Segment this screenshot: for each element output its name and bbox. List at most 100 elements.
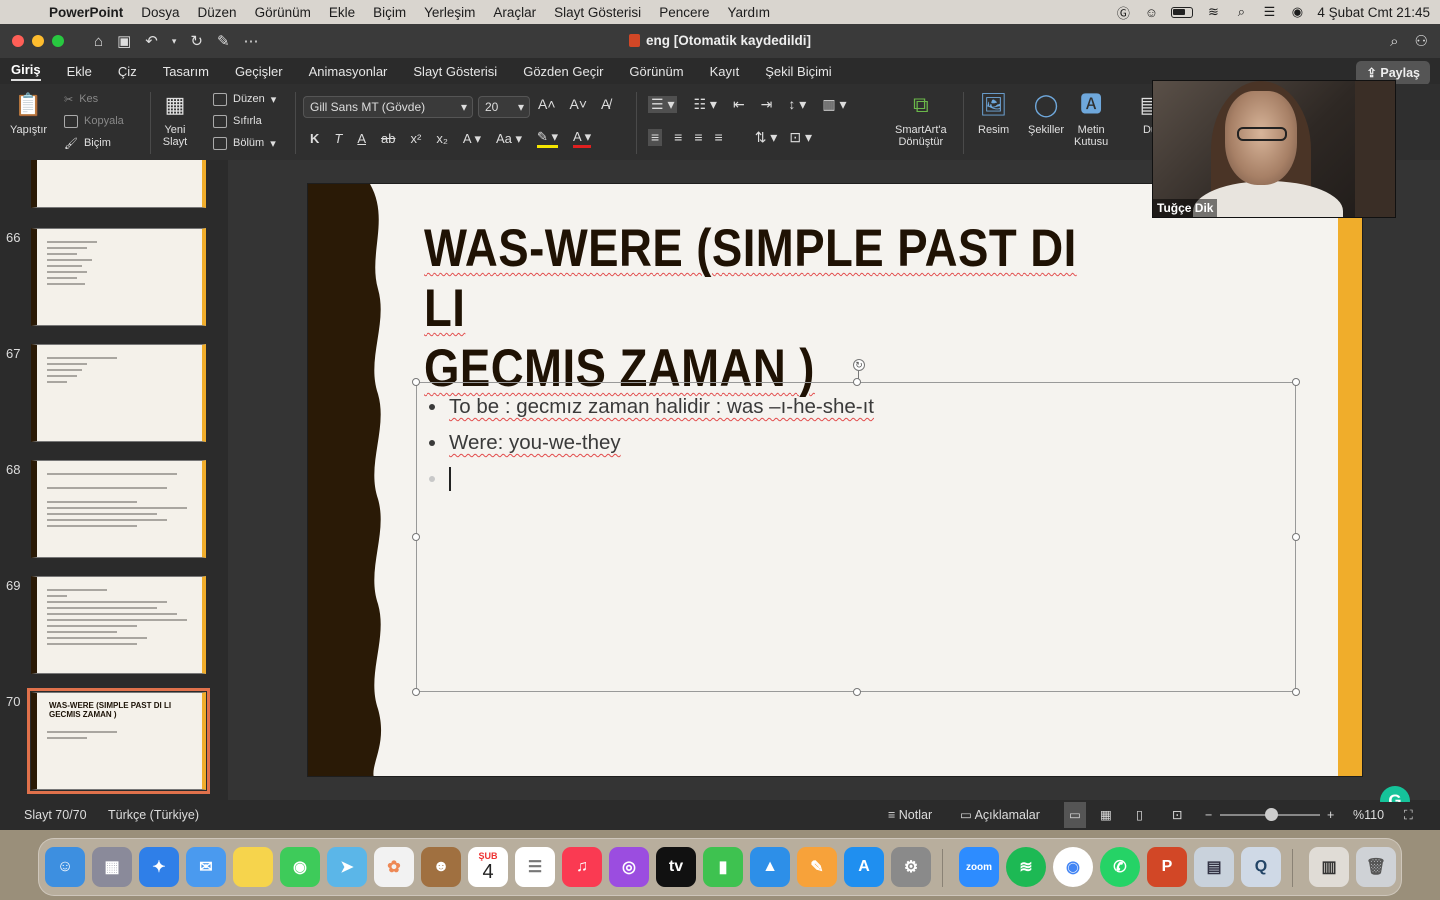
whatsapp-icon[interactable]: ✆ xyxy=(1100,847,1140,887)
save-icon[interactable]: ▣ xyxy=(117,32,131,50)
resize-handle[interactable] xyxy=(412,533,420,541)
menu-window[interactable]: Pencere xyxy=(650,5,718,20)
contacts-icon[interactable]: ☻ xyxy=(421,847,461,887)
resize-handle[interactable] xyxy=(1292,688,1300,696)
zoom-slider-knob[interactable] xyxy=(1265,808,1278,821)
align-text-button[interactable]: ⊡ ▾ xyxy=(789,129,812,146)
trash-icon[interactable]: 🗑 xyxy=(1356,847,1396,887)
menu-slideshow[interactable]: Slayt Gösterisi xyxy=(545,5,650,20)
font-color-button[interactable]: A ▾ xyxy=(573,129,592,148)
downloads-stack-icon[interactable]: ▥ xyxy=(1309,847,1349,887)
webcam-overlay[interactable]: Tuğçe Dik xyxy=(1152,80,1396,218)
reading-view-button[interactable]: ▯ xyxy=(1136,802,1143,828)
zoom-level[interactable]: %110 xyxy=(1353,802,1384,828)
zoom-app-icon[interactable]: zoom xyxy=(959,847,999,887)
calendar-icon[interactable]: ŞUB 4 xyxy=(468,847,508,887)
superscript-button[interactable]: x² xyxy=(410,131,421,146)
pages-icon[interactable]: ✎ xyxy=(797,847,837,887)
slide-title[interactable]: WAS-WERE (SIMPLE PAST DI LI GECMIS ZAMAN… xyxy=(424,219,1078,399)
spotlight-search-icon[interactable]: ⌕ xyxy=(1233,4,1249,19)
notes-button[interactable]: ≡ Notlar xyxy=(888,802,932,828)
resize-handle[interactable] xyxy=(1292,533,1300,541)
tab-view[interactable]: Görünüm xyxy=(629,64,683,79)
redo-icon[interactable]: ↻ xyxy=(190,32,203,50)
maps-icon[interactable]: ➤ xyxy=(327,847,367,887)
app-store-icon[interactable]: A xyxy=(844,847,884,887)
thumbnail-row[interactable]: 67 xyxy=(0,344,228,444)
messages-icon[interactable]: ◉ xyxy=(280,847,320,887)
thumbnail-row-selected[interactable]: 70 WAS-WERE (SIMPLE PAST DI LI GECMIS ZA… xyxy=(0,688,228,794)
window-close-button[interactable] xyxy=(12,35,24,47)
search-icon[interactable]: ⌕ xyxy=(1390,33,1398,50)
bullet-item[interactable]: To be : gecmız zaman halidir : was –ı-he… xyxy=(429,389,874,425)
reminders-icon[interactable]: ☰ xyxy=(515,847,555,887)
undo-dropdown-icon[interactable]: ▾ xyxy=(172,36,177,47)
more-icon[interactable]: ⋯ xyxy=(244,32,259,50)
textbox-button[interactable]: 🅰 Metin Kutusu xyxy=(1074,90,1108,149)
thumbnail-row[interactable]: 69 xyxy=(0,576,228,676)
apple-tv-icon[interactable]: tv xyxy=(656,847,696,887)
italic-button[interactable]: T xyxy=(334,131,342,146)
copy-button[interactable]: Kopyala xyxy=(64,110,124,132)
menu-app[interactable]: PowerPoint xyxy=(40,5,132,20)
powerpoint-app-icon[interactable]: P xyxy=(1147,847,1187,887)
resize-handle[interactable] xyxy=(853,688,861,696)
justify-button[interactable]: ≡ xyxy=(715,129,723,146)
slide-sorter-button[interactable]: ▦ xyxy=(1100,802,1112,828)
fit-to-window-button[interactable]: ⛶ xyxy=(1404,802,1413,828)
notes-app-icon[interactable] xyxy=(233,847,273,887)
tab-home[interactable]: Giriş xyxy=(11,62,41,81)
font-size-select[interactable]: 20 ▾ xyxy=(478,96,530,118)
music-icon[interactable]: ♫ xyxy=(562,847,602,887)
finder-icon[interactable]: ☺ xyxy=(45,847,85,887)
menu-insert[interactable]: Ekle xyxy=(320,5,364,20)
tab-draw[interactable]: Çiz xyxy=(118,64,137,79)
home-icon[interactable]: ⌂ xyxy=(94,33,103,50)
menu-format[interactable]: Biçim xyxy=(364,5,415,20)
normal-view-button[interactable]: ▭ xyxy=(1064,802,1086,828)
undo-icon[interactable]: ↶ xyxy=(145,32,158,50)
menu-edit[interactable]: Düzen xyxy=(189,5,246,20)
tab-slideshow[interactable]: Slayt Gösterisi xyxy=(413,64,497,79)
format-painter-button[interactable]: 🖌 Biçim xyxy=(64,132,124,154)
system-preferences-icon[interactable]: ⚙ xyxy=(891,847,931,887)
thumbnail-65[interactable] xyxy=(0,160,228,210)
smartart-button[interactable]: ⧉ SmartArt'a Dönüştür xyxy=(895,90,947,149)
window-zoom-button[interactable] xyxy=(52,35,64,47)
safari-icon[interactable]: ✦ xyxy=(139,847,179,887)
resize-handle[interactable] xyxy=(1292,378,1300,386)
zoom-out-button[interactable]: − xyxy=(1205,802,1212,828)
decrease-font-icon[interactable]: A˅ xyxy=(570,96,588,112)
grammarly-menu-icon[interactable]: Ⓖ xyxy=(1115,5,1131,21)
rotate-handle[interactable]: ↻ xyxy=(853,359,865,371)
photos-icon[interactable]: ✿ xyxy=(374,847,414,887)
launchpad-icon[interactable]: ▦ xyxy=(92,847,132,887)
new-slide-button[interactable]: ▦ Yeni Slayt xyxy=(160,90,190,149)
menu-arrange[interactable]: Yerleşim xyxy=(415,5,484,20)
keynote-icon[interactable]: ▲ xyxy=(750,847,790,887)
numbering-button[interactable]: ☷ ▾ xyxy=(693,96,716,113)
mail-icon[interactable]: ✉ xyxy=(186,847,226,887)
battery-icon[interactable] xyxy=(1171,6,1194,18)
line-spacing-button[interactable]: ↕ ▾ xyxy=(788,96,806,113)
user-menu-icon[interactable]: ☺ xyxy=(1143,5,1159,20)
menu-file[interactable]: Dosya xyxy=(132,5,188,20)
zoom-in-button[interactable]: + xyxy=(1327,802,1334,828)
menu-datetime[interactable]: 4 Şubat Cmt 21:45 xyxy=(1317,5,1430,20)
window-minimize-button[interactable] xyxy=(32,35,44,47)
menu-tools[interactable]: Araçlar xyxy=(484,5,545,20)
text-effects-button[interactable]: A ▾ xyxy=(463,131,481,147)
tab-record[interactable]: Kayıt xyxy=(710,64,740,79)
comments-button[interactable]: ▭ Açıklamalar xyxy=(960,802,1040,828)
tab-review[interactable]: Gözden Geçir xyxy=(523,64,603,79)
resize-handle[interactable] xyxy=(412,688,420,696)
chrome-icon[interactable]: ◉ xyxy=(1053,847,1093,887)
podcasts-icon[interactable]: ◎ xyxy=(609,847,649,887)
paste-button[interactable]: 📋 Yapıştır xyxy=(10,90,47,137)
bold-button[interactable]: K xyxy=(310,131,319,146)
strikethrough-button[interactable]: ab xyxy=(381,131,395,146)
quicktime-icon[interactable]: Q xyxy=(1241,847,1281,887)
preview-icon[interactable]: ▤ xyxy=(1194,847,1234,887)
tab-insert[interactable]: Ekle xyxy=(67,64,92,79)
increase-indent-button[interactable]: ⇥ xyxy=(761,96,773,113)
